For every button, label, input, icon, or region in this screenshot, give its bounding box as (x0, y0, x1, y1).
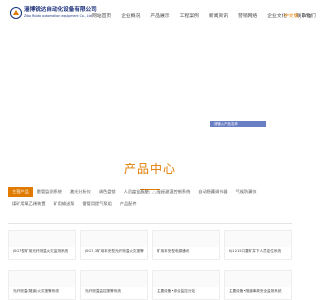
product-card[interactable]: KJ1215口罩矿井下人员定位系统 (224, 230, 292, 260)
product-card[interactable]: JSG7-3矿用本安型光纤测温火灾报警 (80, 230, 148, 260)
product-name: JSG7型矿用光纤测温火灾监测系统 (13, 249, 69, 253)
product-image (153, 231, 219, 247)
nav-network[interactable]: 营销网络 (238, 12, 257, 19)
product-name: 光纤测温监控报警系统 (85, 289, 121, 293)
company-name[interactable]: 淄博锐达自动化设备有限公司 (24, 5, 97, 13)
product-center-heading: 产品中心 PRODUCT CENTER (0, 160, 300, 195)
product-card[interactable]: 光纤测温监控报警系统 (80, 270, 148, 300)
tab-auto-regulator[interactable]: 自动隐藏调节器 (194, 187, 231, 197)
product-image (9, 231, 75, 247)
product-image (81, 231, 147, 247)
product-card[interactable]: 光纤测温(隧道)火灾报警系统 (8, 270, 76, 300)
product-name: 光纤测温(隧道)火灾报警系统 (13, 289, 59, 293)
tab-climate-leak[interactable]: 气候防漏仪 (232, 187, 261, 197)
product-image (225, 231, 291, 247)
nav-cases[interactable]: 工程案例 (180, 12, 199, 19)
lang-separator: | (299, 14, 302, 19)
company-logo-icon[interactable] (10, 7, 22, 19)
product-card[interactable]: 矿用本安型电源通讯 (152, 230, 220, 260)
lang-chinese-link[interactable]: 中文版 (284, 14, 298, 19)
product-image (81, 271, 147, 287)
product-image (153, 271, 219, 287)
product-name: KJ1215口罩矿井下人员定位系统 (229, 249, 282, 253)
product-row: JSG7型矿用光纤测温火灾监测系统 JSG7-3矿用本安型光纤测温火灾报警 矿用… (8, 230, 292, 260)
product-name: 主要设备•综合监控分站 (157, 289, 196, 293)
tab-product-parts[interactable]: 产品配件 (116, 199, 141, 209)
tab-main-products[interactable]: 主营产品 (8, 187, 33, 197)
nav-home[interactable]: 网站首页 (92, 12, 111, 19)
hero-banner-image (0, 30, 300, 155)
tab-gas-pump-set[interactable]: 雷管用提气泵组 (78, 199, 115, 209)
product-card[interactable]: JSG7型矿用光纤测温火灾监测系统 (8, 230, 76, 260)
product-grid: JSG7型矿用光纤测温火灾监测系统 JSG7-3矿用本安型光纤测温火灾报警 矿用… (8, 230, 292, 300)
language-switcher: 中文版|Eng (284, 12, 311, 19)
tab-oxyethylene-device[interactable]: 煤矿用氧乙稀装置 (8, 199, 50, 209)
site-header: 淄博锐达自动化设备有限公司 Zibo Ruida automation equi… (0, 0, 316, 30)
lang-english-link[interactable]: Eng (302, 14, 311, 19)
nav-products[interactable]: 产品展示 (150, 12, 169, 19)
tab-laser-analyzer[interactable]: 激光分析仪 (66, 187, 95, 197)
search-input[interactable]: 请输入产品名称 (210, 121, 266, 127)
tab-mining-pump[interactable]: 矿用输送泵 (50, 199, 79, 209)
category-row: 主营产品 雷管监测系统 激光分析仪 调色盘锁 人员定位系统 光纤测温控制系统 自… (8, 187, 292, 197)
tab-detonator-monitoring[interactable]: 雷管监测系统 (33, 187, 66, 197)
tab-palette-lock[interactable]: 调色盘锁 (95, 187, 120, 197)
company-name-english: Zibo Ruida automation equipment Co., Ltd (24, 14, 92, 18)
section-title: 产品中心 (123, 162, 176, 176)
nav-news[interactable]: 新闻资讯 (209, 12, 228, 19)
product-name: 矿用本安型电源通讯 (157, 249, 190, 253)
product-name: 主要设备•隧道事故安全监测系统 (229, 289, 282, 293)
product-row: 光纤测温(隧道)火灾报警系统 光纤测温监控报警系统 主要设备•综合监控分站 主要… (8, 270, 292, 300)
tab-personnel-positioning[interactable]: 人员定位系统 (120, 187, 153, 197)
hero-banner (0, 30, 300, 155)
category-tabs: 主营产品 雷管监测系统 激光分析仪 调色盘锁 人员定位系统 光纤测温控制系统 自… (8, 187, 292, 211)
product-card[interactable]: 主要设备•综合监控分站 (152, 270, 220, 300)
category-row: 煤矿用氧乙稀装置 矿用输送泵 雷管用提气泵组 产品配件 (8, 199, 292, 209)
product-image (9, 271, 75, 287)
product-card[interactable]: 主要设备•隧道事故安全监测系统 (224, 270, 292, 300)
product-image (225, 271, 291, 287)
tab-fiber-temperature[interactable]: 光纤测温控制系统 (153, 187, 195, 197)
nav-about[interactable]: 企业概况 (121, 12, 140, 19)
product-name: JSG7-3矿用本安型光纤测温火灾报警 (85, 249, 144, 253)
divider (8, 223, 292, 224)
